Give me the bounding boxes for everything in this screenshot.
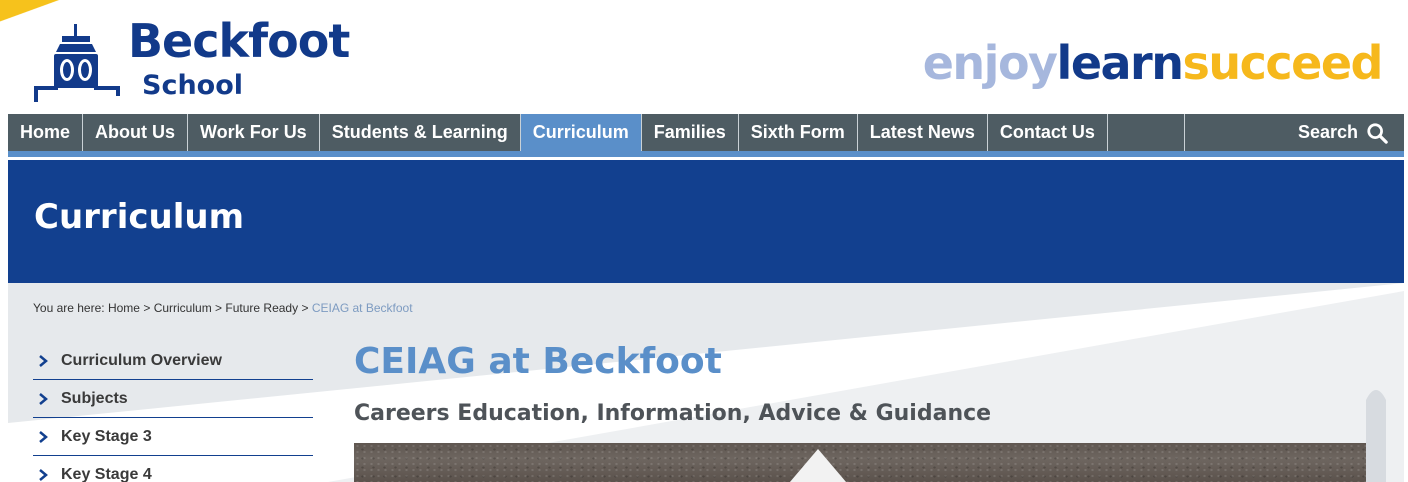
tagline-enjoy: enjoy — [922, 36, 1058, 90]
chevron-right-icon — [39, 354, 48, 367]
breadcrumb-prefix: You are here: — [33, 301, 105, 315]
school-logo[interactable]: Beckfoot School — [30, 18, 350, 106]
nav-item-contact-us[interactable]: Contact Us — [988, 114, 1108, 151]
logo-name: Beckfoot — [128, 14, 350, 68]
sidebar-item-key-stage-3[interactable]: Key Stage 3 — [33, 418, 313, 456]
breadcrumb-home[interactable]: Home — [108, 301, 140, 315]
breadcrumb-future-ready[interactable]: Future Ready — [225, 301, 298, 315]
search-icon — [1367, 122, 1388, 144]
sidebar-item-curriculum-overview[interactable]: Curriculum Overview — [33, 342, 313, 380]
search-button[interactable]: Search — [1184, 114, 1404, 151]
breadcrumb: You are here: Home > Curriculum > Future… — [33, 301, 413, 315]
sidebar-item-label: Curriculum Overview — [61, 351, 222, 369]
main-nav: Home About Us Work For Us Students & Lea… — [8, 114, 1404, 151]
breadcrumb-separator: > — [143, 301, 151, 315]
nav-item-work-for-us[interactable]: Work For Us — [188, 114, 320, 151]
hero-image-texture — [354, 443, 1382, 482]
chevron-right-icon — [39, 392, 48, 405]
sidebar-menu: Curriculum Overview Subjects Key Stage 3… — [33, 342, 313, 482]
chevron-right-icon — [39, 430, 48, 443]
tagline-succeed: succeed — [1182, 36, 1384, 90]
nav-item-curriculum[interactable]: Curriculum — [520, 114, 642, 151]
breadcrumb-separator: > — [301, 301, 309, 315]
breadcrumb-separator: > — [215, 301, 223, 315]
tagline: enjoylearnsucceed — [923, 40, 1384, 86]
sidebar-item-label: Key Stage 4 — [61, 465, 152, 482]
sidebar-item-subjects[interactable]: Subjects — [33, 380, 313, 418]
nav-item-students-learning[interactable]: Students & Learning — [320, 114, 521, 151]
school-crest-icon — [34, 24, 120, 102]
nav-item-latest-news[interactable]: Latest News — [858, 114, 988, 151]
decorative-pillar-shape — [1366, 390, 1386, 482]
sidebar-item-label: Key Stage 3 — [61, 427, 152, 445]
nav-underline — [8, 151, 1404, 157]
logo-subname: School — [142, 70, 244, 101]
page-subtitle: Careers Education, Information, Advice &… — [354, 401, 992, 426]
tagline-learn: learn — [1056, 36, 1184, 90]
banner-title: Curriculum — [34, 197, 244, 237]
breadcrumb-curriculum[interactable]: Curriculum — [154, 301, 212, 315]
chevron-right-icon — [39, 468, 48, 481]
nav-item-about-us[interactable]: About Us — [83, 114, 189, 151]
page-title: CEIAG at Beckfoot — [354, 341, 722, 382]
search-label: Search — [1297, 122, 1358, 142]
nav-item-home[interactable]: Home — [8, 114, 84, 151]
site-header: Beckfoot School enjoylearnsucceed — [0, 0, 1408, 114]
sidebar-item-key-stage-4[interactable]: Key Stage 4 — [33, 456, 313, 482]
sidebar-item-label: Subjects — [61, 389, 128, 407]
breadcrumb-current: CEIAG at Beckfoot — [311, 301, 413, 315]
road-arrow-marking — [784, 449, 852, 482]
page-banner: Curriculum — [8, 160, 1404, 283]
nav-item-sixth-form[interactable]: Sixth Form — [739, 114, 858, 151]
nav-item-families[interactable]: Families — [642, 114, 739, 151]
hero-image — [354, 443, 1382, 482]
